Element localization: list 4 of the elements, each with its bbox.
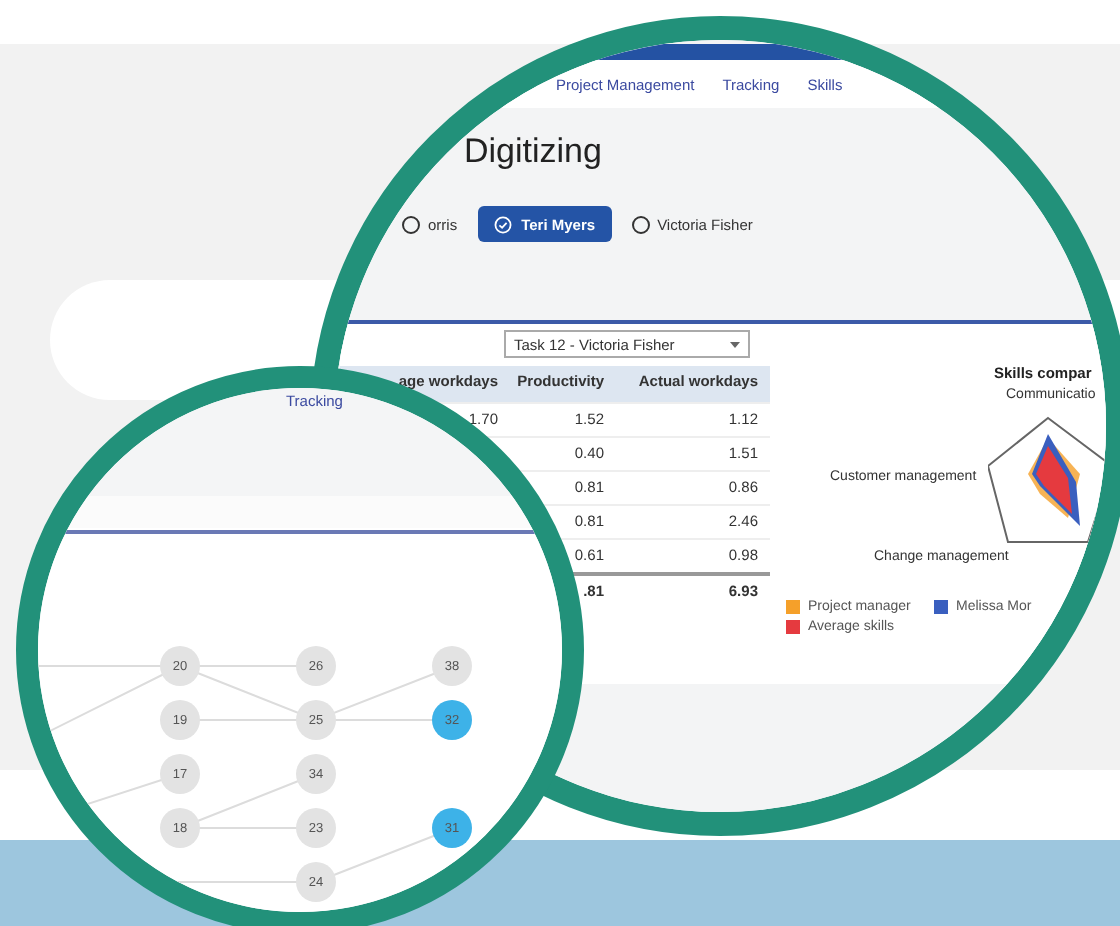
page-title: Digitizing xyxy=(464,130,604,174)
check-circle-icon xyxy=(493,215,512,233)
caret-icon xyxy=(730,341,740,347)
radar-chart-drawing xyxy=(988,414,1106,546)
